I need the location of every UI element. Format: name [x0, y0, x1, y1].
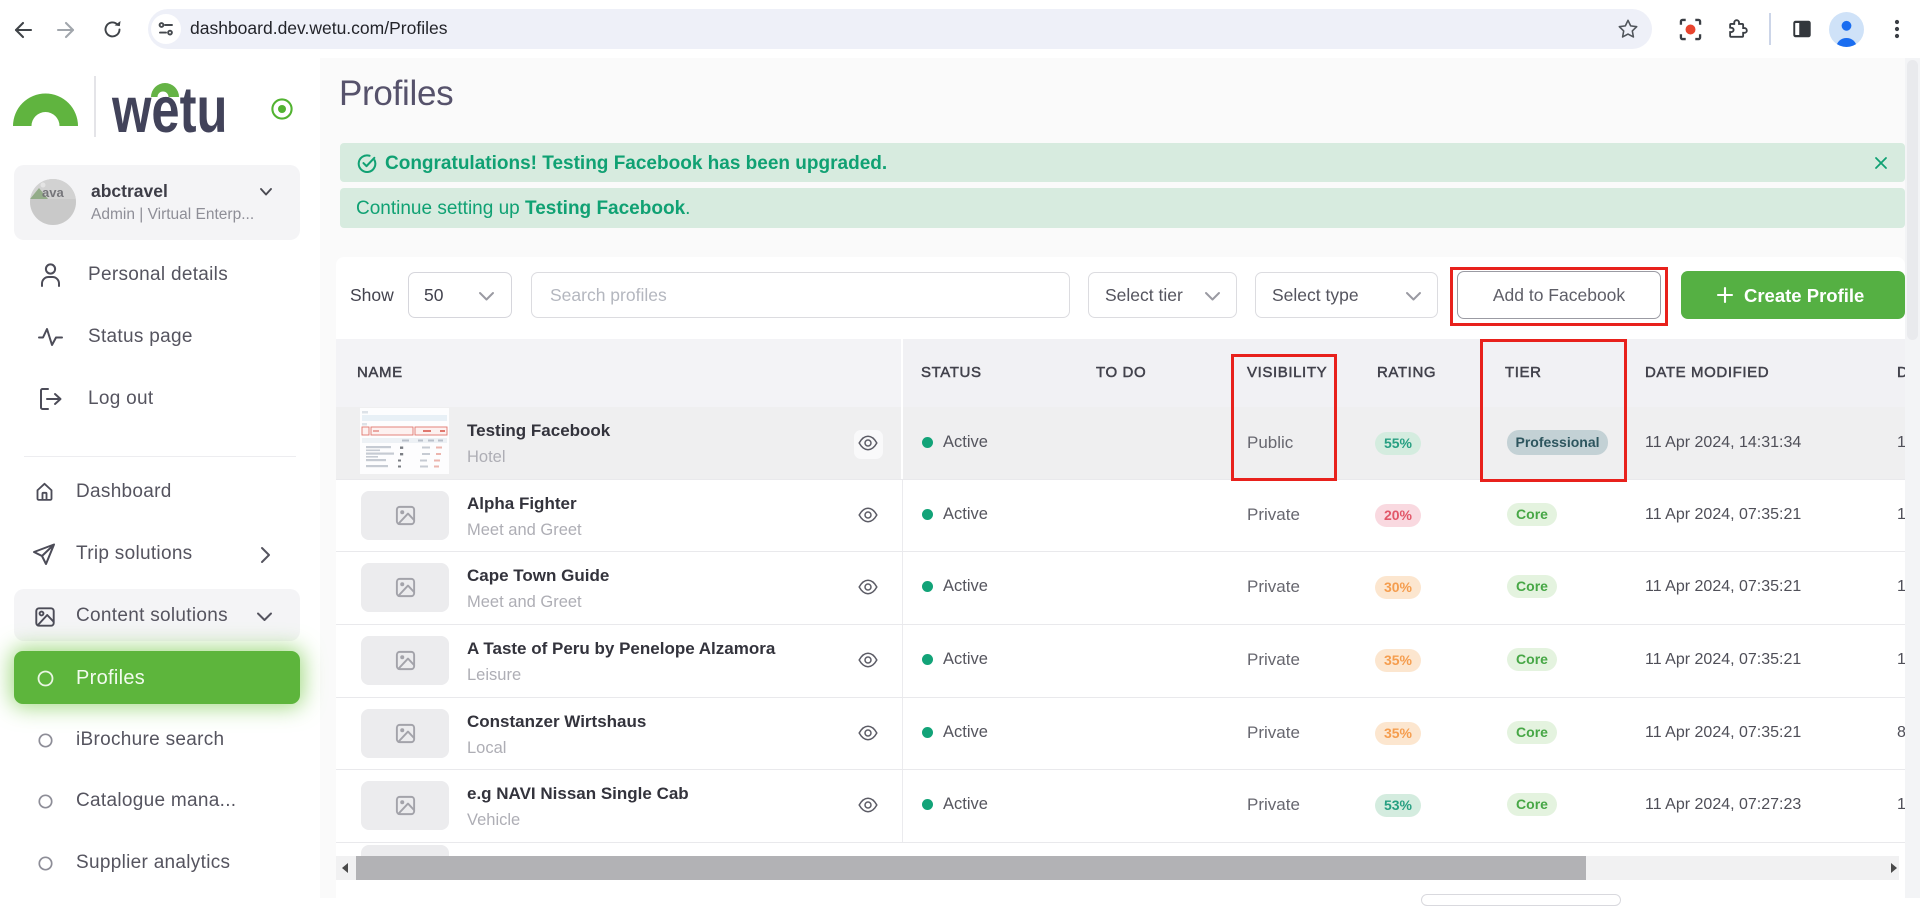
svg-text:ava: ava	[42, 185, 64, 200]
svg-text:wetu: wetu	[111, 82, 227, 136]
